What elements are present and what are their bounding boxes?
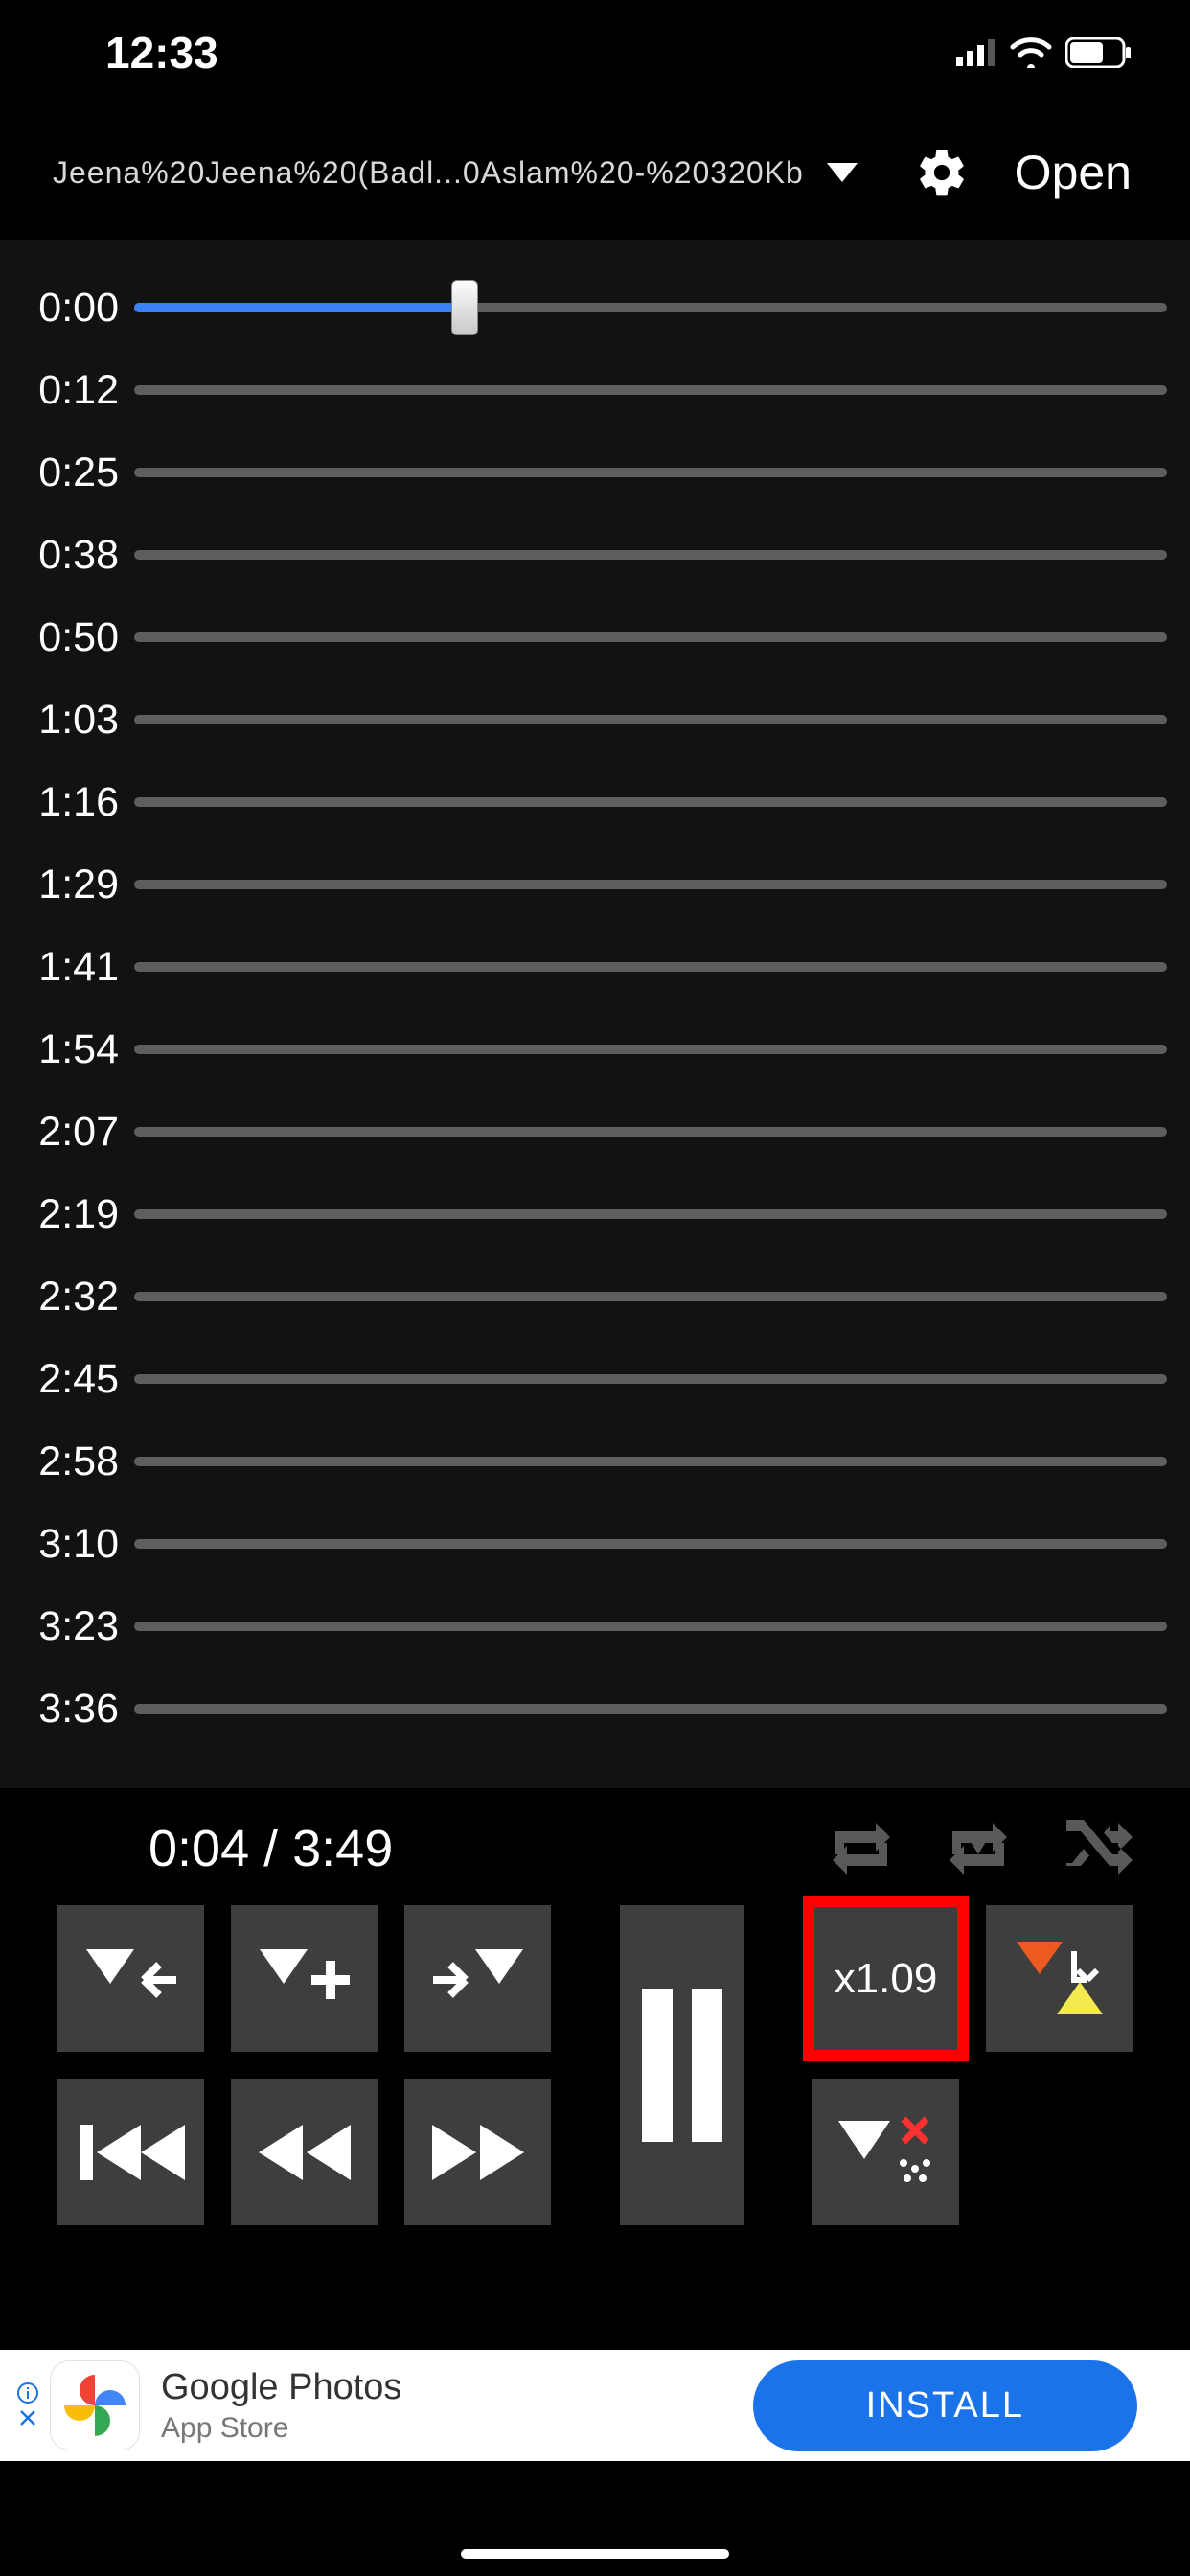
segment-time-label: 3:10	[15, 1521, 126, 1568]
segment-slider[interactable]	[134, 1374, 1167, 1384]
marker-prev-button[interactable]	[57, 1905, 204, 2052]
time-position: 0:04	[149, 1820, 249, 1877]
segment-time-label: 1:03	[15, 697, 126, 744]
segment-time-label: 2:45	[15, 1356, 126, 1403]
segment-slider[interactable]	[134, 468, 1167, 477]
segment-time-label: 0:25	[15, 449, 126, 496]
segment-time-label: 0:38	[15, 532, 126, 579]
ad-text: Google Photos App Store	[161, 2367, 753, 2445]
settings-icon[interactable]	[915, 146, 969, 199]
cellular-icon	[956, 39, 996, 66]
segment-slider[interactable]	[134, 880, 1167, 889]
segment-row: 2:45	[15, 1338, 1167, 1420]
marker-next-button[interactable]	[404, 1905, 551, 2052]
segment-time-label: 1:16	[15, 779, 126, 826]
segment-time-label: 1:41	[15, 944, 126, 991]
segment-slider[interactable]	[134, 715, 1167, 724]
segment-row: 1:03	[15, 678, 1167, 761]
battery-icon	[1065, 37, 1133, 68]
ad-subtitle: App Store	[161, 2412, 753, 2445]
time-duration: 3:49	[292, 1820, 393, 1877]
current-file-title[interactable]: Jeena%20Jeena%20(Badl...0Aslam%20-%20320…	[53, 155, 802, 191]
segment-row: 3:36	[15, 1668, 1167, 1750]
segment-slider[interactable]	[134, 1457, 1167, 1466]
ad-close-icon	[17, 2407, 38, 2428]
marker-color-swap-button[interactable]	[986, 1905, 1133, 2052]
status-clock: 12:33	[105, 27, 218, 79]
app-header: Jeena%20Jeena%20(Badl...0Aslam%20-%20320…	[0, 105, 1190, 240]
time-sep: /	[249, 1820, 292, 1877]
segment-row: 2:07	[15, 1091, 1167, 1173]
segment-time-label: 3:36	[15, 1686, 126, 1733]
segment-row: 0:38	[15, 514, 1167, 596]
segment-slider[interactable]	[134, 1292, 1167, 1301]
ad-info-close[interactable]	[11, 2350, 44, 2461]
segment-slider-thumb[interactable]	[451, 280, 478, 335]
segment-time-label: 0:00	[15, 285, 126, 332]
segment-slider[interactable]	[134, 303, 1167, 312]
segment-time-label: 3:23	[15, 1603, 126, 1650]
status-indicators	[956, 37, 1133, 68]
ad-install-button[interactable]: INSTALL	[753, 2360, 1137, 2451]
segment-slider[interactable]	[134, 1209, 1167, 1219]
marker-clear-button[interactable]	[812, 2079, 959, 2225]
repeat-icon[interactable]	[824, 1820, 899, 1877]
segment-slider[interactable]	[134, 632, 1167, 642]
segment-slider[interactable]	[134, 550, 1167, 560]
segment-slider[interactable]	[134, 1045, 1167, 1054]
home-indicator[interactable]	[461, 2549, 729, 2559]
segment-slider[interactable]	[134, 962, 1167, 972]
segment-row: 3:23	[15, 1585, 1167, 1668]
google-photos-icon	[64, 2375, 126, 2436]
segment-slider[interactable]	[134, 385, 1167, 395]
segment-time-label: 2:07	[15, 1109, 126, 1156]
playback-time-bar: 0:04 / 3:49	[0, 1788, 1190, 1898]
segment-row: 1:41	[15, 926, 1167, 1008]
playback-speed-button[interactable]: x1.09	[812, 1905, 959, 2052]
ad-info-icon	[17, 2382, 38, 2404]
segment-time-label: 1:54	[15, 1026, 126, 1073]
segment-row: 0:00	[15, 266, 1167, 349]
segment-row: 1:16	[15, 761, 1167, 843]
segment-row: 0:25	[15, 431, 1167, 514]
file-dropdown-icon[interactable]	[827, 163, 858, 182]
segment-slider[interactable]	[134, 1622, 1167, 1631]
segment-slider[interactable]	[134, 1127, 1167, 1137]
ad-title: Google Photos	[161, 2367, 753, 2408]
ad-app-icon[interactable]	[50, 2360, 140, 2450]
segment-list: 0:00 0:12 0:25 0:38 0:50 1:03 1:16 1:29 1:41 1:54…	[0, 240, 1190, 1788]
skip-back-button[interactable]	[57, 2079, 204, 2225]
segment-row: 1:54	[15, 1008, 1167, 1091]
segment-row: 3:10	[15, 1503, 1167, 1585]
playback-speed-value: x1.09	[835, 1955, 938, 2003]
shuffle-icon[interactable]	[1058, 1820, 1133, 1877]
wifi-icon	[1010, 37, 1052, 68]
rewind-button[interactable]	[231, 2079, 378, 2225]
segment-row: 2:32	[15, 1255, 1167, 1338]
segment-slider[interactable]	[134, 797, 1167, 807]
time-display: 0:04 / 3:49	[149, 1819, 782, 1878]
segment-time-label: 0:12	[15, 367, 126, 414]
repeat-one-icon[interactable]	[941, 1820, 1016, 1877]
segment-time-label: 1:29	[15, 862, 126, 908]
segment-time-label: 2:32	[15, 1274, 126, 1321]
segment-slider[interactable]	[134, 1539, 1167, 1549]
segment-row: 0:50	[15, 596, 1167, 678]
segment-row: 2:58	[15, 1420, 1167, 1503]
segment-row: 0:12	[15, 349, 1167, 431]
segment-slider-fill	[134, 303, 465, 312]
status-bar: 12:33	[0, 0, 1190, 105]
segment-time-label: 0:50	[15, 614, 126, 661]
segment-row: 2:19	[15, 1173, 1167, 1255]
play-pause-button[interactable]	[620, 1905, 744, 2225]
transport-controls: x1.09	[0, 1898, 1190, 2264]
segment-time-label: 2:19	[15, 1191, 126, 1238]
segment-row: 1:29	[15, 843, 1167, 926]
segment-time-label: 2:58	[15, 1438, 126, 1485]
segment-slider[interactable]	[134, 1704, 1167, 1714]
open-button[interactable]: Open	[1009, 145, 1137, 200]
fast-forward-button[interactable]	[404, 2079, 551, 2225]
ad-banner: Google Photos App Store INSTALL	[0, 2350, 1190, 2461]
marker-add-button[interactable]	[231, 1905, 378, 2052]
